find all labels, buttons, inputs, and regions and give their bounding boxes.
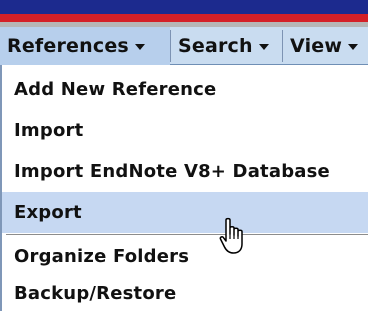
menu-item-organize-folders[interactable]: Organize Folders	[2, 236, 368, 277]
menu-item-label: Organize Folders	[14, 246, 190, 267]
menu-item-label: Backup/Restore	[14, 283, 177, 304]
menu-item-backup-restore[interactable]: Backup/Restore	[2, 273, 368, 314]
menu-item-label: Import EndNote V8+ Database	[14, 161, 330, 182]
menu-separator	[6, 234, 368, 235]
menu-bar: References Search View	[0, 27, 368, 65]
menu-item-add-new-reference[interactable]: Add New Reference	[2, 69, 368, 110]
menu-item-label: Export	[14, 202, 82, 223]
chevron-down-icon	[258, 43, 269, 50]
header-stripe-red	[0, 14, 368, 22]
menu-item-import-endnote-database[interactable]: Import EndNote V8+ Database	[2, 151, 368, 192]
menu-references[interactable]: References	[0, 27, 170, 65]
hand-pointer-cursor-icon	[219, 217, 243, 254]
menu-search[interactable]: Search	[171, 27, 282, 65]
menu-item-label: Add New Reference	[14, 79, 217, 100]
references-dropdown-menu: Add New Reference Import Import EndNote …	[0, 65, 368, 311]
menu-item-label: Import	[14, 120, 84, 141]
menu-view[interactable]: View	[283, 27, 368, 65]
menu-references-label: References	[7, 35, 129, 57]
menu-item-export[interactable]: Export	[2, 192, 368, 233]
menu-view-label: View	[290, 35, 343, 57]
menu-search-label: Search	[178, 35, 253, 57]
header-stripe-blue	[0, 0, 368, 14]
chevron-down-icon	[134, 43, 145, 50]
chevron-down-icon	[348, 43, 359, 50]
menu-item-import[interactable]: Import	[2, 110, 368, 151]
